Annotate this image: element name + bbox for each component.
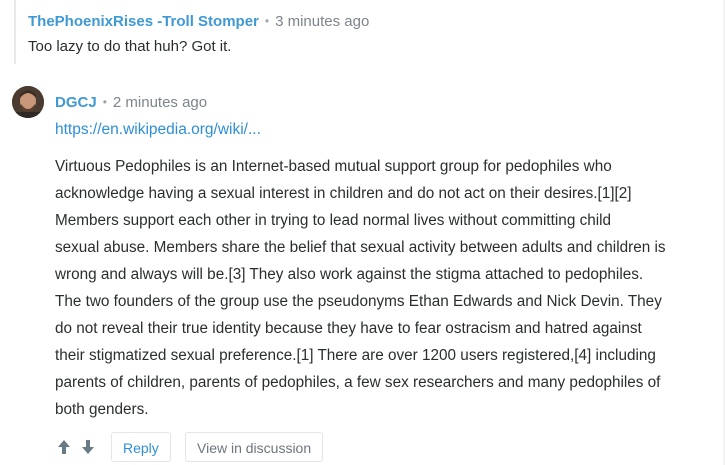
comment-actions: Reply View in discussion bbox=[56, 432, 356, 464]
wikipedia-link[interactable]: https://en.wikipedia.org/wiki/... bbox=[55, 120, 261, 140]
meta-separator: • bbox=[264, 14, 270, 28]
avatar-image bbox=[12, 86, 44, 118]
meta-separator: • bbox=[102, 95, 107, 109]
arrow-up-icon[interactable] bbox=[56, 438, 72, 456]
reply-button[interactable]: Reply bbox=[111, 432, 171, 462]
comment-body-line: Members support each other in trying to … bbox=[55, 212, 612, 229]
comment-author[interactable]: DGCJ bbox=[55, 94, 97, 111]
comment-body-line: their stigmatized sexual preference.[1] … bbox=[55, 347, 656, 364]
parent-comment: ThePhoenixRises -Troll Stomper • 3 minutes… bbox=[14, 0, 716, 64]
comment-body-line: both genders. bbox=[55, 401, 149, 418]
comment-body-line: Virtuous Pedophiles is an Internet-based… bbox=[55, 158, 612, 175]
comment-body-line: wrong and always will be.[3] They also w… bbox=[55, 266, 644, 283]
comment-body-line: sexual abuse. Members share the belief t… bbox=[55, 239, 666, 256]
parent-comment-time[interactable]: 3 minutes ago bbox=[275, 13, 369, 30]
comment-time[interactable]: 2 minutes ago bbox=[113, 94, 207, 111]
avatar[interactable] bbox=[12, 86, 44, 118]
comment-body-line: acknowledge having a sexual interest in … bbox=[55, 185, 632, 202]
comment-body: Virtuous Pedophiles is an Internet-based… bbox=[55, 153, 715, 423]
view-in-discussion-button[interactable]: View in discussion bbox=[185, 432, 324, 462]
arrow-down-icon[interactable] bbox=[80, 438, 96, 456]
comment-body-line: do not reveal their true identity becaus… bbox=[55, 320, 642, 337]
comment-header: DGCJ • 2 minutes ago bbox=[55, 93, 207, 113]
parent-comment-text: Too lazy to do that huh? Got it. bbox=[28, 38, 232, 55]
comment-body-line: parents of children, parents of pedophil… bbox=[55, 374, 661, 391]
comment-body-line: The two founders of the group use the ps… bbox=[55, 293, 662, 310]
parent-comment-header: ThePhoenixRises -Troll Stomper • 3 minutes… bbox=[28, 12, 369, 32]
parent-comment-author[interactable]: ThePhoenixRises -Troll Stomper bbox=[28, 13, 259, 30]
